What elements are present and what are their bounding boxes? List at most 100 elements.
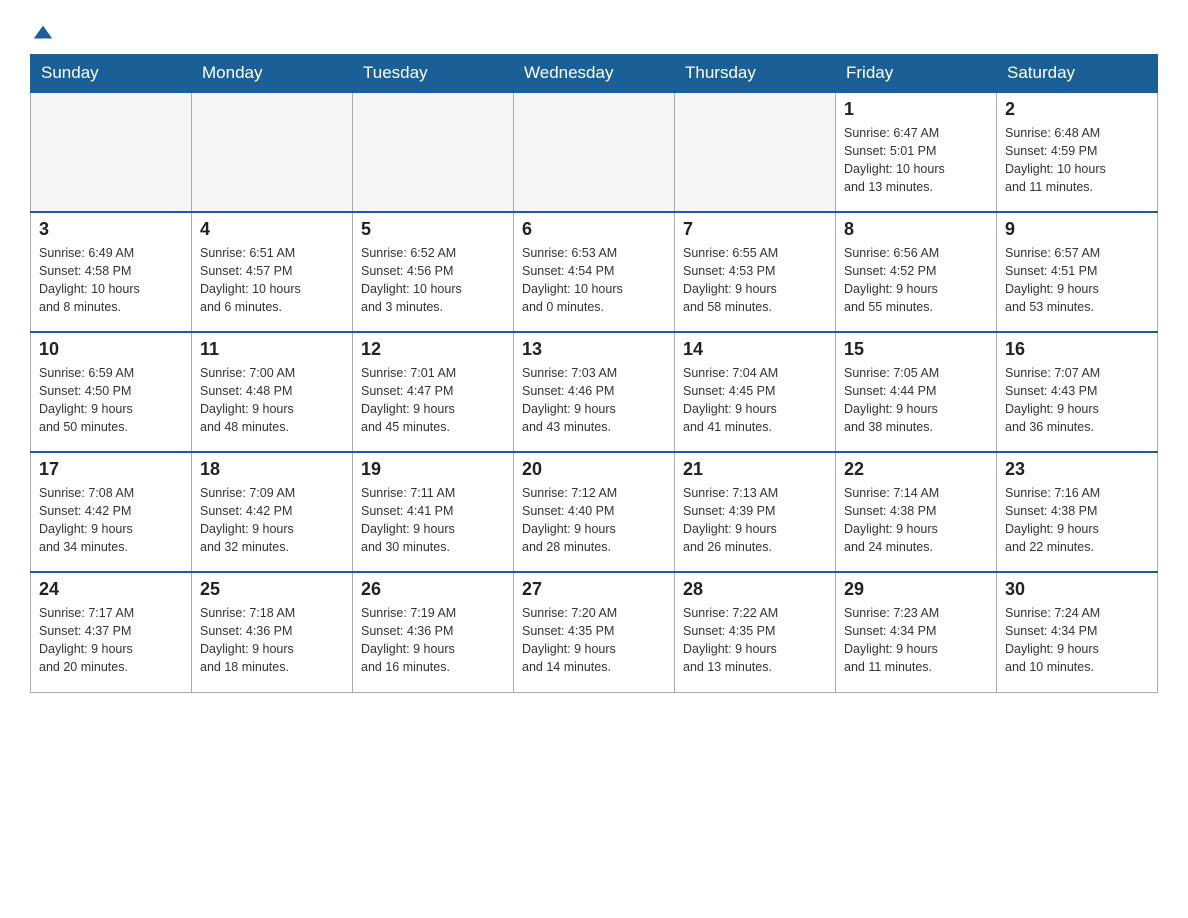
day-number: 2 xyxy=(1005,99,1149,120)
calendar-cell: 2 Sunrise: 6:48 AMSunset: 4:59 PMDaylight… xyxy=(997,92,1158,212)
day-info: Sunrise: 7:14 AMSunset: 4:38 PMDaylight:… xyxy=(844,484,988,557)
weekday-header: Tuesday xyxy=(353,55,514,93)
calendar-cell xyxy=(353,92,514,212)
calendar-cell xyxy=(192,92,353,212)
calendar-cell: 24 Sunrise: 7:17 AMSunset: 4:37 PMDayligh… xyxy=(31,572,192,692)
calendar-cell: 12 Sunrise: 7:01 AMSunset: 4:47 PMDayligh… xyxy=(353,332,514,452)
day-info: Sunrise: 7:01 AMSunset: 4:47 PMDaylight:… xyxy=(361,364,505,437)
day-info: Sunrise: 7:08 AMSunset: 4:42 PMDaylight:… xyxy=(39,484,183,557)
day-number: 8 xyxy=(844,219,988,240)
day-number: 21 xyxy=(683,459,827,480)
weekday-header: Sunday xyxy=(31,55,192,93)
day-number: 22 xyxy=(844,459,988,480)
day-info: Sunrise: 7:13 AMSunset: 4:39 PMDaylight:… xyxy=(683,484,827,557)
weekday-header-row: SundayMondayTuesdayWednesdayThursdayFrid… xyxy=(31,55,1158,93)
day-number: 18 xyxy=(200,459,344,480)
calendar-cell xyxy=(31,92,192,212)
day-number: 13 xyxy=(522,339,666,360)
day-info: Sunrise: 6:48 AMSunset: 4:59 PMDaylight:… xyxy=(1005,124,1149,197)
calendar-cell: 21 Sunrise: 7:13 AMSunset: 4:39 PMDayligh… xyxy=(675,452,836,572)
calendar-cell: 29Sunrise: 7:23 AMSunset: 4:34 PMDayligh… xyxy=(836,572,997,692)
calendar-cell: 11 Sunrise: 7:00 AMSunset: 4:48 PMDayligh… xyxy=(192,332,353,452)
day-number: 23 xyxy=(1005,459,1149,480)
calendar-cell: 28 Sunrise: 7:22 AMSunset: 4:35 PMDayligh… xyxy=(675,572,836,692)
calendar-cell: 16 Sunrise: 7:07 AMSunset: 4:43 PMDayligh… xyxy=(997,332,1158,452)
day-number: 24 xyxy=(39,579,183,600)
calendar-cell: 25 Sunrise: 7:18 AMSunset: 4:36 PMDayligh… xyxy=(192,572,353,692)
day-number: 10 xyxy=(39,339,183,360)
weekday-header: Saturday xyxy=(997,55,1158,93)
calendar-cell: 26Sunrise: 7:19 AMSunset: 4:36 PMDayligh… xyxy=(353,572,514,692)
day-number: 30 xyxy=(1005,579,1149,600)
calendar-cell: 9 Sunrise: 6:57 AMSunset: 4:51 PMDaylight… xyxy=(997,212,1158,332)
day-number: 25 xyxy=(200,579,344,600)
day-number: 28 xyxy=(683,579,827,600)
day-info: Sunrise: 7:18 AMSunset: 4:36 PMDaylight:… xyxy=(200,604,344,677)
calendar-cell: 20 Sunrise: 7:12 AMSunset: 4:40 PMDayligh… xyxy=(514,452,675,572)
calendar-cell xyxy=(514,92,675,212)
calendar-week-row: 17 Sunrise: 7:08 AMSunset: 4:42 PMDayligh… xyxy=(31,452,1158,572)
day-info: Sunrise: 7:12 AMSunset: 4:40 PMDaylight:… xyxy=(522,484,666,557)
day-info: Sunrise: 6:57 AMSunset: 4:51 PMDaylight:… xyxy=(1005,244,1149,317)
calendar-cell: 22 Sunrise: 7:14 AMSunset: 4:38 PMDayligh… xyxy=(836,452,997,572)
logo-icon xyxy=(32,22,54,44)
day-info: Sunrise: 7:07 AMSunset: 4:43 PMDaylight:… xyxy=(1005,364,1149,437)
calendar-cell: 18 Sunrise: 7:09 AMSunset: 4:42 PMDayligh… xyxy=(192,452,353,572)
logo xyxy=(30,20,54,44)
calendar-week-row: 10 Sunrise: 6:59 AMSunset: 4:50 PMDayligh… xyxy=(31,332,1158,452)
page-header xyxy=(30,20,1158,44)
calendar-cell: 7 Sunrise: 6:55 AMSunset: 4:53 PMDaylight… xyxy=(675,212,836,332)
day-number: 5 xyxy=(361,219,505,240)
day-number: 9 xyxy=(1005,219,1149,240)
day-number: 27 xyxy=(522,579,666,600)
calendar-cell: 1Sunrise: 6:47 AMSunset: 5:01 PMDaylight… xyxy=(836,92,997,212)
calendar-cell: 27 Sunrise: 7:20 AMSunset: 4:35 PMDayligh… xyxy=(514,572,675,692)
day-info: Sunrise: 7:24 AMSunset: 4:34 PMDaylight:… xyxy=(1005,604,1149,677)
day-info: Sunrise: 7:11 AMSunset: 4:41 PMDaylight:… xyxy=(361,484,505,557)
day-info: Sunrise: 6:52 AMSunset: 4:56 PMDaylight:… xyxy=(361,244,505,317)
day-info: Sunrise: 7:09 AMSunset: 4:42 PMDaylight:… xyxy=(200,484,344,557)
weekday-header: Thursday xyxy=(675,55,836,93)
day-number: 14 xyxy=(683,339,827,360)
day-number: 17 xyxy=(39,459,183,480)
day-info: Sunrise: 6:55 AMSunset: 4:53 PMDaylight:… xyxy=(683,244,827,317)
weekday-header: Friday xyxy=(836,55,997,93)
day-number: 6 xyxy=(522,219,666,240)
day-info: Sunrise: 6:56 AMSunset: 4:52 PMDaylight:… xyxy=(844,244,988,317)
day-info: Sunrise: 7:03 AMSunset: 4:46 PMDaylight:… xyxy=(522,364,666,437)
day-number: 7 xyxy=(683,219,827,240)
day-number: 15 xyxy=(844,339,988,360)
day-number: 26 xyxy=(361,579,505,600)
day-number: 19 xyxy=(361,459,505,480)
day-info: Sunrise: 7:20 AMSunset: 4:35 PMDaylight:… xyxy=(522,604,666,677)
day-number: 4 xyxy=(200,219,344,240)
weekday-header: Wednesday xyxy=(514,55,675,93)
calendar-cell: 19 Sunrise: 7:11 AMSunset: 4:41 PMDayligh… xyxy=(353,452,514,572)
day-number: 1 xyxy=(844,99,988,120)
calendar-cell: 23Sunrise: 7:16 AMSunset: 4:38 PMDayligh… xyxy=(997,452,1158,572)
calendar-table: SundayMondayTuesdayWednesdayThursdayFrid… xyxy=(30,54,1158,693)
calendar-cell: 3 Sunrise: 6:49 AMSunset: 4:58 PMDaylight… xyxy=(31,212,192,332)
day-number: 16 xyxy=(1005,339,1149,360)
calendar-cell: 17 Sunrise: 7:08 AMSunset: 4:42 PMDayligh… xyxy=(31,452,192,572)
day-number: 20 xyxy=(522,459,666,480)
calendar-cell: 10 Sunrise: 6:59 AMSunset: 4:50 PMDayligh… xyxy=(31,332,192,452)
calendar-week-row: 1Sunrise: 6:47 AMSunset: 5:01 PMDaylight… xyxy=(31,92,1158,212)
day-info: Sunrise: 7:17 AMSunset: 4:37 PMDaylight:… xyxy=(39,604,183,677)
day-info: Sunrise: 7:22 AMSunset: 4:35 PMDaylight:… xyxy=(683,604,827,677)
calendar-cell: 30 Sunrise: 7:24 AMSunset: 4:34 PMDayligh… xyxy=(997,572,1158,692)
day-number: 3 xyxy=(39,219,183,240)
calendar-cell: 14Sunrise: 7:04 AMSunset: 4:45 PMDayligh… xyxy=(675,332,836,452)
day-info: Sunrise: 6:51 AMSunset: 4:57 PMDaylight:… xyxy=(200,244,344,317)
day-info: Sunrise: 6:53 AMSunset: 4:54 PMDaylight:… xyxy=(522,244,666,317)
day-number: 12 xyxy=(361,339,505,360)
calendar-cell: 15Sunrise: 7:05 AMSunset: 4:44 PMDayligh… xyxy=(836,332,997,452)
weekday-header: Monday xyxy=(192,55,353,93)
calendar-week-row: 24 Sunrise: 7:17 AMSunset: 4:37 PMDayligh… xyxy=(31,572,1158,692)
day-info: Sunrise: 6:49 AMSunset: 4:58 PMDaylight:… xyxy=(39,244,183,317)
calendar-cell: 6 Sunrise: 6:53 AMSunset: 4:54 PMDaylight… xyxy=(514,212,675,332)
day-info: Sunrise: 6:59 AMSunset: 4:50 PMDaylight:… xyxy=(39,364,183,437)
day-info: Sunrise: 7:00 AMSunset: 4:48 PMDaylight:… xyxy=(200,364,344,437)
calendar-cell: 8 Sunrise: 6:56 AMSunset: 4:52 PMDaylight… xyxy=(836,212,997,332)
day-number: 11 xyxy=(200,339,344,360)
